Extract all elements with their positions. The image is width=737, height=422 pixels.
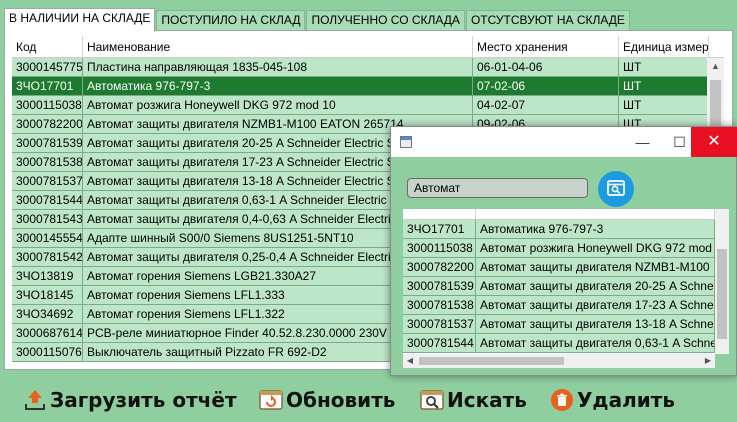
cell-code[interactable]: 3000781542	[12, 248, 83, 266]
table-row[interactable]: 3000115038 Автомат розжига Honeywell DKG …	[12, 96, 724, 115]
window-title-bar[interactable]: — ☐ ✕	[391, 127, 737, 157]
refresh-label: Обновить	[286, 388, 396, 412]
tab-in-stock[interactable]: В НАЛИЧИИ НА СКЛАДЕ	[4, 8, 156, 32]
cell-code[interactable]: 3000781537	[12, 172, 83, 190]
search-result-row[interactable]: 3000781538 Автомат защиты двигателя 17-23…	[403, 296, 715, 315]
window-app-icon	[400, 136, 412, 148]
cell-code[interactable]: 3000115076	[12, 343, 83, 361]
scroll-right-arrow-icon[interactable]: ▶	[701, 354, 715, 368]
tab-absent[interactable]: ОТСУТСВУЮТ НА СКЛАДЕ	[465, 10, 630, 31]
cell-name[interactable]: Автомат защиты двигателя 20-25 A Schnei	[476, 277, 715, 295]
grid-header: Код Наименование Место хранения Единица …	[12, 36, 724, 58]
cell-name[interactable]: Автомат розжига Honeywell DKG 972 mod	[476, 239, 715, 257]
search-query-input[interactable]	[407, 178, 588, 198]
cell-name[interactable]: Автоматика 976-797-3	[83, 77, 473, 95]
cell-code[interactable]: 3000781543	[12, 210, 83, 228]
cell-name[interactable]: Автомат защиты двигателя 17-23 A Schnei	[476, 296, 715, 314]
column-header-unit[interactable]: Единица измерения	[619, 36, 709, 58]
cell-name[interactable]: Автомат защиты двигателя NZMB1-M100 E	[476, 258, 715, 276]
cell-code[interactable]: 3000781544	[12, 191, 83, 209]
search-icon	[419, 387, 445, 413]
search-results-vertical-scrollbar[interactable]	[715, 209, 729, 354]
cell-code[interactable]: 3000781538	[403, 296, 476, 314]
search-submit-button[interactable]	[598, 171, 634, 207]
cell-unit[interactable]: ШТ	[619, 58, 709, 76]
cell-name[interactable]: Автомат защиты двигателя 13-18 A Schnei	[476, 315, 715, 333]
cell-name[interactable]: Автомат розжига Honeywell DKG 972 mod 10	[83, 96, 473, 114]
column-header-location[interactable]: Место хранения	[473, 36, 619, 58]
tab-received[interactable]: ПОСТУПИЛО НА СКЛАД	[156, 10, 306, 31]
cell-code[interactable]: 3000782200	[403, 258, 476, 276]
cell-code[interactable]: 3000781544	[403, 334, 476, 352]
search-results-header	[403, 209, 715, 220]
cell-code[interactable]: 3000145554	[12, 229, 83, 247]
refresh-icon	[258, 387, 284, 413]
delete-button[interactable]: Удалить	[549, 382, 675, 418]
search-icon	[606, 178, 626, 201]
trash-icon	[549, 387, 575, 413]
search-results-header-name[interactable]	[476, 209, 715, 219]
search-result-row[interactable]: 3000781539 Автомат защиты двигателя 20-25…	[403, 277, 715, 296]
upload-report-button[interactable]: Загрузить отчёт	[22, 382, 237, 418]
cell-code[interactable]: 3000781539	[12, 134, 83, 152]
cell-code[interactable]: 3ЧО17701	[12, 77, 83, 95]
cell-location[interactable]: 07-02-06	[473, 77, 619, 95]
cell-code[interactable]: 3000781537	[403, 315, 476, 333]
column-header-name[interactable]: Наименование	[83, 36, 473, 58]
close-button[interactable]: ✕	[691, 127, 737, 157]
tab-issued[interactable]: ПОЛУЧЕННО СО СКЛАДА	[306, 10, 465, 31]
search-button[interactable]: Искать	[419, 382, 527, 418]
refresh-button[interactable]: Обновить	[258, 382, 395, 418]
cell-name[interactable]: Пластина направляющая 1835-045-108	[83, 58, 473, 76]
cell-name[interactable]: Автомат защиты двигателя 0,63-1 A Schnei	[476, 334, 715, 352]
cell-location[interactable]: 06-01-04-06	[473, 58, 619, 76]
search-results-horizontal-scrollbar[interactable]: ◀ ▶	[403, 354, 715, 368]
table-row[interactable]: 3ЧО17701 Автоматика 976-797-3 07-02-06 ШТ	[12, 77, 724, 96]
cell-code[interactable]: 3ЧО13819	[12, 267, 83, 285]
cell-unit[interactable]: ШТ	[619, 96, 709, 114]
maximize-icon: ☐	[673, 134, 686, 150]
cell-code[interactable]: 3000781539	[403, 277, 476, 295]
search-label: Искать	[447, 388, 527, 412]
cell-code[interactable]: 3000782200	[12, 115, 83, 133]
search-window: — ☐ ✕ 3ЧО17701Автоматика 976-797-3300011…	[390, 126, 737, 376]
cell-unit[interactable]: ШТ	[619, 77, 709, 95]
search-results-body: 3ЧО17701 Автоматика 976-797-3 3000115038 Ав…	[403, 220, 715, 353]
upload-icon	[22, 387, 48, 413]
search-results-header-code[interactable]	[403, 209, 476, 219]
bottom-toolbar: Загрузить отчёт Обновить Искать Удалить	[0, 372, 737, 422]
delete-label: Удалить	[577, 388, 675, 412]
scroll-thumb[interactable]	[717, 249, 727, 339]
tab-strip: В НАЛИЧИИ НА СКЛАДЕ ПОСТУПИЛО НА СКЛАД П…	[4, 8, 631, 32]
search-result-row[interactable]: 3ЧО17701 Автоматика 976-797-3	[403, 220, 715, 239]
close-icon: ✕	[707, 133, 721, 150]
upload-report-label: Загрузить отчёт	[50, 388, 237, 412]
scroll-thumb[interactable]	[419, 357, 564, 365]
table-row[interactable]: 3000145775 Пластина направляющая 1835-04…	[12, 58, 724, 77]
cell-code[interactable]: 3ЧО17701	[403, 220, 476, 238]
cell-code[interactable]: 3ЧО34692	[12, 305, 83, 323]
search-result-row[interactable]: 3000781544 Автомат защиты двигателя 0,63-…	[403, 334, 715, 353]
minimize-button[interactable]: —	[624, 127, 661, 157]
cell-code[interactable]: 3000115038	[12, 96, 83, 114]
search-result-row[interactable]: 3000782200 Автомат защиты двигателя NZMB1…	[403, 258, 715, 277]
scroll-left-arrow-icon[interactable]: ◀	[403, 354, 417, 368]
scroll-up-arrow-icon[interactable]: ▲	[707, 58, 724, 75]
cell-code[interactable]: 3000115038	[403, 239, 476, 257]
cell-code[interactable]: 3000687614	[12, 324, 83, 342]
search-result-row[interactable]: 3000781537 Автомат защиты двигателя 13-18…	[403, 315, 715, 334]
cell-code[interactable]: 3ЧО18145	[12, 286, 83, 304]
search-result-row[interactable]: 3000115038 Автомат розжига Honeywell DKG …	[403, 239, 715, 258]
cell-location[interactable]: 04-02-07	[473, 96, 619, 114]
search-results-grid[interactable]: 3ЧО17701 Автоматика 976-797-3 3000115038 Ав…	[403, 209, 715, 354]
cell-name[interactable]: Автоматика 976-797-3	[476, 220, 715, 238]
column-header-code[interactable]: Код	[12, 36, 83, 58]
cell-code[interactable]: 3000781538	[12, 153, 83, 171]
cell-code[interactable]: 3000145775	[12, 58, 83, 76]
minimize-icon: —	[635, 134, 650, 150]
